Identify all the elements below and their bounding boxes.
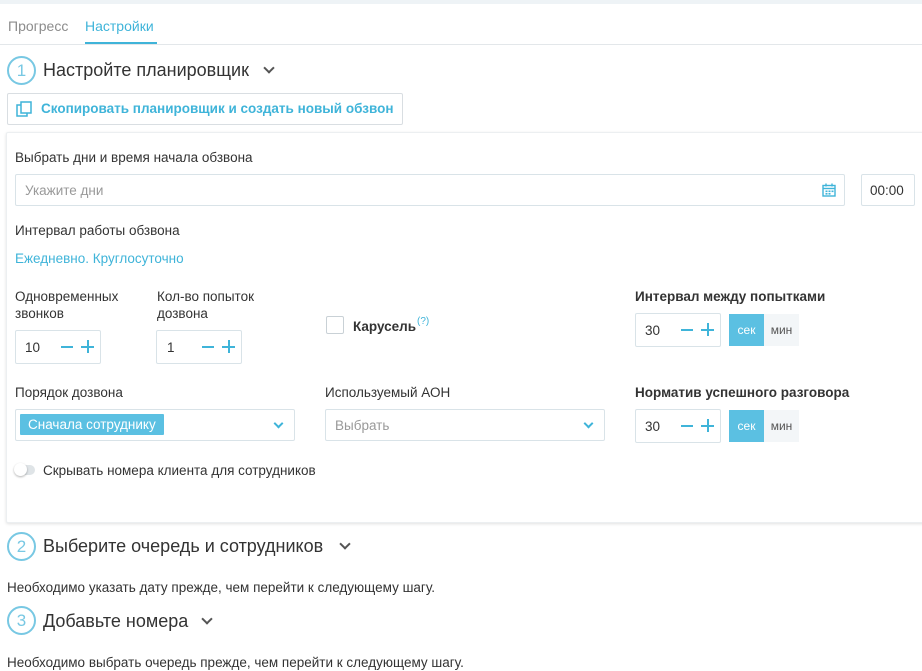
dial-order-selected-chip: Сначала сотруднику [20,414,164,435]
tab-progress[interactable]: Прогресс [8,18,68,34]
attempts-label: Кол-во попыток дозвона [157,288,254,322]
success-norm-label: Норматив успешного разговора [635,385,850,400]
simultaneous-calls-stepper[interactable]: 10 [15,330,101,364]
tab-bar: Прогресс Настройки [0,4,922,45]
plus-icon-vertical [706,323,709,336]
step-1-title[interactable]: Настройте планировщик [43,60,249,81]
simultaneous-calls-value: 10 [25,340,41,355]
start-time-value: 00:00 [870,183,904,198]
chevron-down-icon[interactable] [273,418,284,429]
tab-settings[interactable]: Настройки [85,18,154,34]
active-tab-indicator [85,42,157,44]
days-input[interactable]: Укажите дни [15,174,845,206]
calendar-icon[interactable] [822,183,836,197]
copy-scheduler-label: Скопировать планировщик и создать новый … [41,101,394,116]
caller-id-placeholder: Выбрать [335,418,390,433]
step-3-title[interactable]: Добавьте номера [43,611,188,632]
hide-numbers-label: Скрывать номера клиента для сотрудников [43,463,316,478]
caller-id-label: Используемый АОН [325,385,451,400]
step-2-note: Необходимо указать дату прежде, чем пере… [7,580,435,595]
carousel-label: Карусель [353,319,417,334]
attempts-label-line2: дозвона [157,306,208,321]
chevron-down-icon[interactable] [583,418,594,429]
carousel-checkbox[interactable] [326,316,344,334]
step-1-number: 1 [7,56,36,85]
attempt-interval-unit-min[interactable]: мин [764,314,799,346]
attempt-interval-label: Интервал между попытками [635,289,826,304]
chevron-down-icon[interactable] [339,538,351,550]
minus-icon[interactable] [681,425,693,427]
dial-order-label: Порядок дозвона [15,385,123,400]
step-2-title[interactable]: Выберите очередь и сотрудников [43,536,323,557]
simultaneous-calls-label-line2: звонков [15,306,64,321]
chevron-down-icon[interactable] [201,613,213,625]
minus-icon[interactable] [202,346,214,348]
success-norm-value: 30 [645,419,661,434]
success-norm-stepper[interactable]: 30 [635,409,721,443]
minus-icon[interactable] [61,346,73,348]
success-norm-unit-sec[interactable]: сек [729,410,764,442]
days-time-label: Выбрать дни и время начала обзвона [15,150,253,165]
interval-label: Интервал работы обзвона [15,223,180,238]
days-placeholder: Укажите дни [25,183,104,198]
simultaneous-calls-label: Одновременных звонков [15,288,118,322]
step-2-number: 2 [7,532,36,561]
chevron-down-icon[interactable] [263,62,275,74]
attempts-value: 1 [167,340,175,355]
dial-order-select[interactable]: Сначала сотруднику [15,409,295,441]
minus-icon[interactable] [681,329,693,331]
attempt-interval-stepper[interactable]: 30 [635,313,721,347]
interval-value-link[interactable]: Ежедневно. Круглосуточно [15,251,184,266]
simultaneous-calls-label-line1: Одновременных [15,289,119,304]
copy-icon [16,101,32,117]
toggle-knob [14,463,27,476]
copy-scheduler-button[interactable]: Скопировать планировщик и создать новый … [7,93,403,125]
start-time-input[interactable]: 00:00 [861,174,915,206]
plus-icon-vertical [227,340,230,353]
plus-icon-vertical [706,419,709,432]
success-norm-unit-min[interactable]: мин [764,410,799,442]
attempts-stepper[interactable]: 1 [156,330,242,364]
caller-id-select[interactable]: Выбрать [325,409,605,441]
plus-icon-vertical [86,340,89,353]
carousel-help-icon[interactable]: (?) [417,316,429,327]
attempt-interval-unit-sec[interactable]: сек [729,314,764,346]
attempts-label-line1: Кол-во попыток [157,289,255,304]
hide-numbers-toggle[interactable] [14,463,35,476]
step-3-number: 3 [7,606,36,635]
attempt-interval-value: 30 [645,323,661,338]
step-3-note: Необходимо выбрать очередь прежде, чем п… [7,655,464,670]
